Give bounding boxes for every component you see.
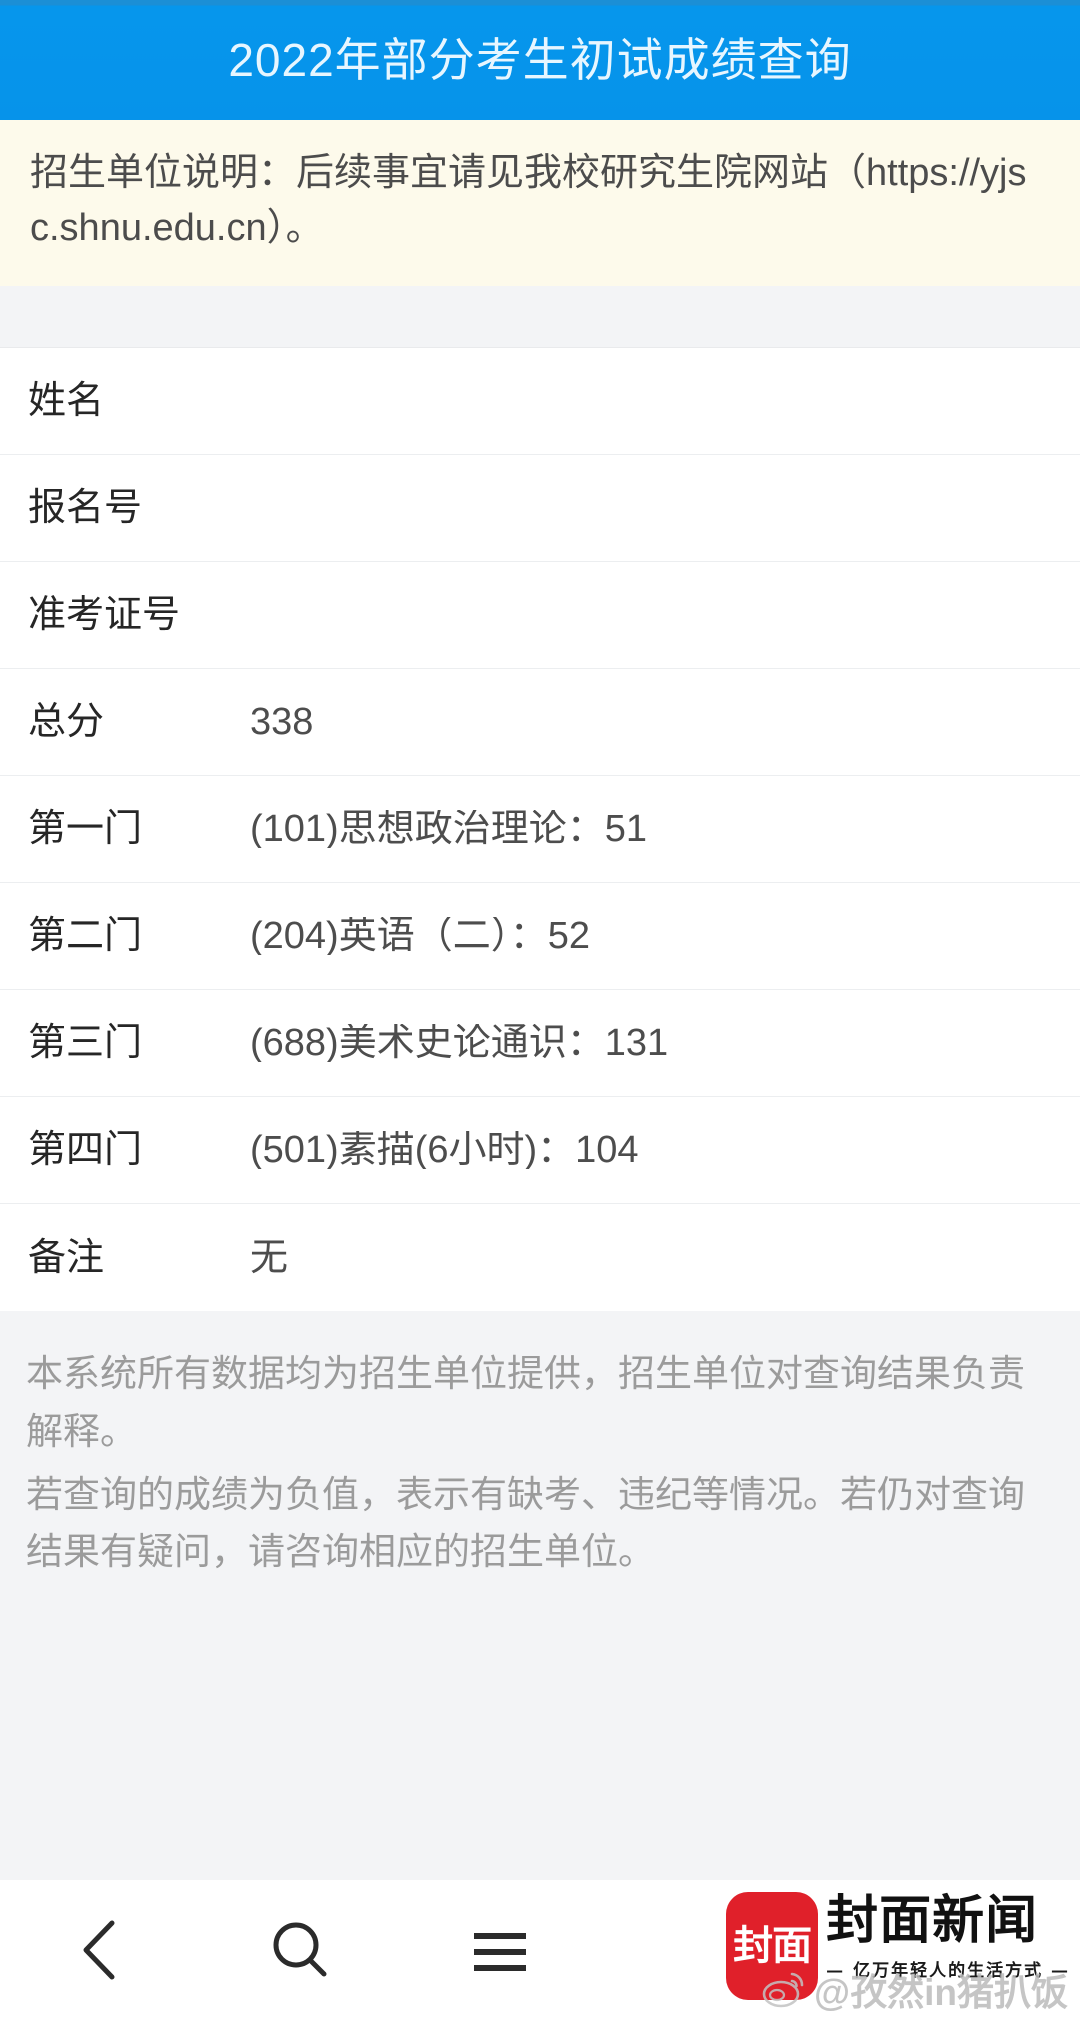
search-button[interactable] [200,1880,400,2020]
cover-news-tagline: — 亿万年轻人的生活方式 — [826,1960,1070,1981]
cover-news-logo-text: 封面新闻 — 亿万年轻人的生活方式 — [826,1890,1070,1981]
row-label-application-number: 报名号 [28,487,143,530]
back-chevron-icon [80,1919,120,1981]
table-row: 第二门 (204)英语（二）：52 [0,883,1080,991]
table-row: 报名号 [0,455,1080,563]
score-query-page: 2022年部分考生初试成绩查询 招生单位说明：后续事宜请见我校研究生院网站（ht… [0,0,1080,2020]
row-value-subject-1: (101)思想政治理论：51 [250,810,647,849]
menu-button[interactable] [400,1880,600,2020]
table-row: 准考证号 [0,562,1080,670]
row-label-admission-ticket: 准考证号 [28,594,181,637]
cover-news-logo: 封面 封面新闻 — 亿万年轻人的生活方式 — [726,1890,1070,2012]
disclaimer-section: 本系统所有数据均为招生单位提供，招生单位对查询结果负责解释。 若查询的成绩为负值… [0,1311,1080,1880]
row-value-total-score: 338 [250,703,314,742]
row-label-total-score: 总分 [28,701,105,744]
row-label-subject-1: 第一门 [28,808,143,851]
row-value-subject-3: (688)美术史论通识：131 [250,1024,669,1063]
row-value-subject-2: (204)英语（二）：52 [250,917,590,956]
search-icon [269,1919,331,1981]
title-bar: 2022年部分考生初试成绩查询 [0,0,1080,120]
table-row: 备注 无 [0,1204,1080,1312]
back-button[interactable] [0,1880,200,2020]
page-title: 2022年部分考生初试成绩查询 [228,34,852,86]
table-row: 姓名 [0,348,1080,456]
cover-news-brand-name: 封面新闻 [826,1890,1039,1951]
disclaimer-line-2: 若查询的成绩为负值，表示有缺考、违纪等情况。若仍对查询结果有疑问，请咨询相应的招… [26,1473,1025,1573]
table-row: 第三门 (688)美术史论通识：131 [0,990,1080,1098]
disclaimer-line-1: 本系统所有数据均为招生单位提供，招生单位对查询结果负责解释。 [26,1353,1025,1452]
row-label-subject-4: 第四门 [28,1129,143,1172]
row-value-remark: 无 [250,1238,289,1277]
admission-notice-banner: 招生单位说明：后续事宜请见我校研究生院网站（https://yjsc.shnu.… [0,120,1080,287]
row-value-subject-4: (501)素描(6小时)：104 [250,1131,639,1170]
table-row: 总分 338 [0,669,1080,777]
hamburger-menu-icon [469,1926,531,1974]
row-label-remark: 备注 [28,1236,105,1279]
bottom-navigation-bar: 封面 封面新闻 — 亿万年轻人的生活方式 — @孜然in猪扒饭 [0,1880,1080,2020]
row-label-name: 姓名 [28,380,105,423]
section-spacer [0,286,1080,349]
table-row: 第一门 (101)思想政治理论：51 [0,776,1080,884]
admission-notice-text: 招生单位说明：后续事宜请见我校研究生院网站（https://yjsc.shnu.… [30,152,1027,250]
row-label-subject-3: 第三门 [28,1022,143,1065]
row-label-subject-2: 第二门 [28,915,143,958]
cover-news-logo-mark: 封面 [726,1892,819,2000]
score-result-table: 姓名 报名号 准考证号 总分 338 第一门 (101)思想政治理论：51 第二… [0,348,1080,1312]
table-row: 第四门 (501)素描(6小时)：104 [0,1097,1080,1205]
